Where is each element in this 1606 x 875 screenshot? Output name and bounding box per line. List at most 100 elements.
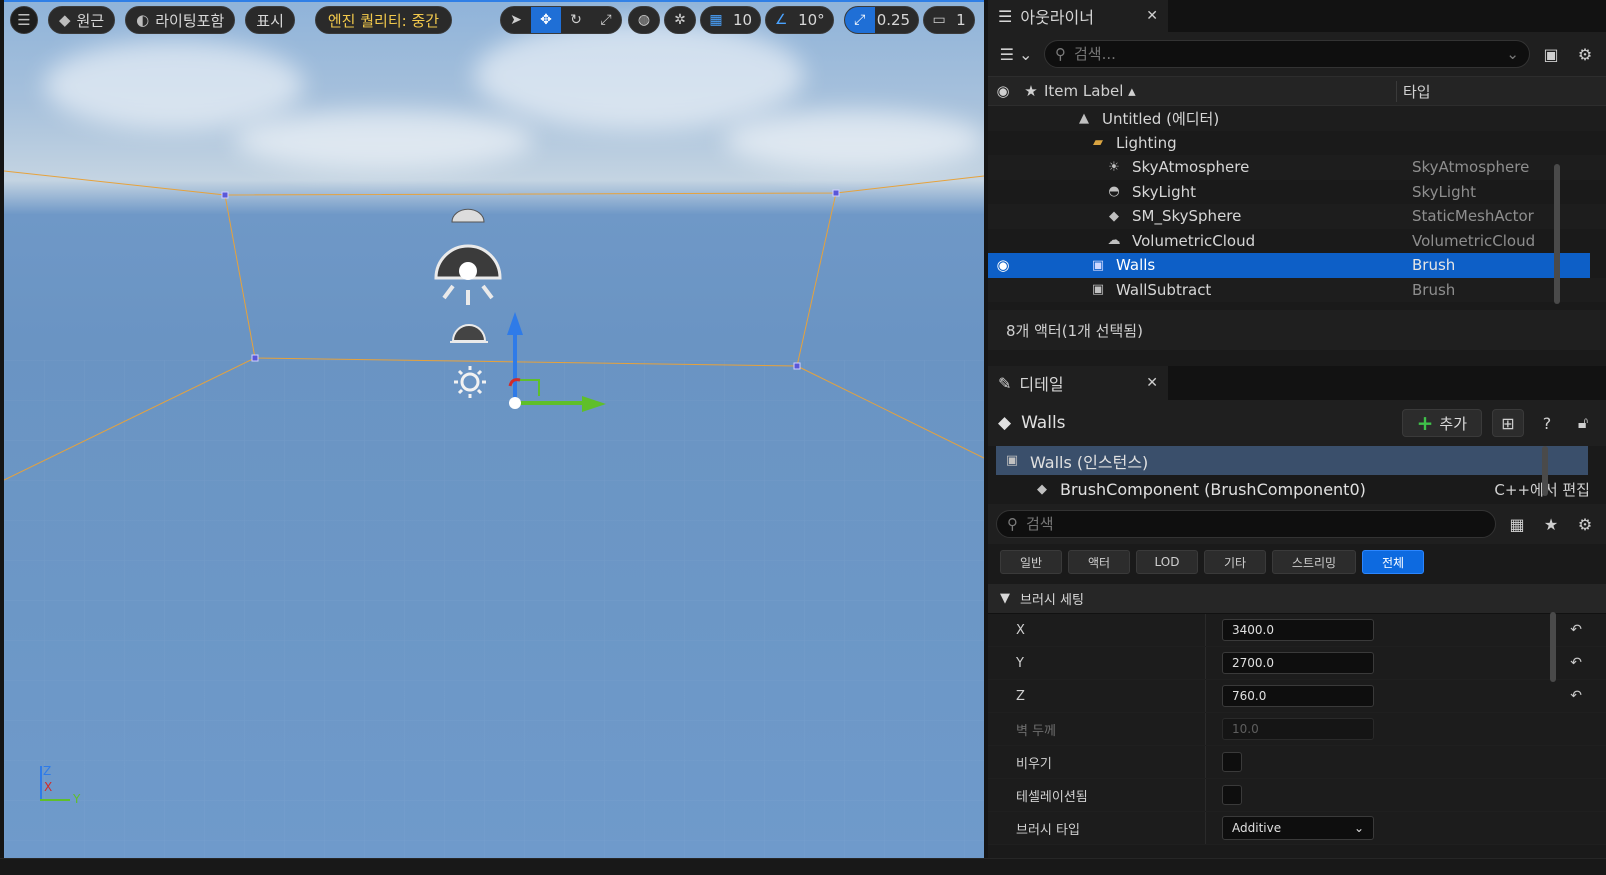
- axis-x-label: X: [44, 780, 53, 794]
- close-icon[interactable]: ✕: [1146, 8, 1158, 24]
- rotate-mode-button[interactable]: ↻: [561, 7, 591, 33]
- cube-icon: ◆: [998, 413, 1012, 433]
- brush-vertex[interactable]: [793, 362, 801, 370]
- x-value-field[interactable]: 3400.0: [1222, 619, 1374, 641]
- details-scrollbar[interactable]: [1550, 612, 1556, 682]
- help-button[interactable]: ?: [1534, 410, 1560, 436]
- lock-button[interactable]: 🔓︎: [1570, 410, 1596, 436]
- filter-button[interactable]: ☰ ⌄: [996, 41, 1036, 67]
- brush-vertex[interactable]: [251, 354, 259, 362]
- list-item[interactable]: ☀ SkyAtmosphere SkyAtmosphere: [988, 155, 1606, 180]
- item-label-header[interactable]: Item Label ▴: [1044, 82, 1396, 100]
- filter-misc[interactable]: 기타: [1204, 550, 1266, 574]
- view-mode-button[interactable]: ◐ 라이팅포함: [125, 6, 236, 34]
- translate-mode-button[interactable]: ✥: [531, 7, 561, 33]
- details-settings-button[interactable]: ⚙: [1572, 511, 1598, 537]
- brush-vertex[interactable]: [221, 191, 229, 199]
- scale-snap-value: 0.25: [876, 11, 911, 29]
- camera-icon: ▭: [932, 12, 946, 28]
- component-instance-row[interactable]: ▣ Walls (인스턴스): [996, 446, 1588, 475]
- brush-type-dropdown[interactable]: Additive ⌄: [1222, 816, 1374, 840]
- world-local-toggle[interactable]: ◍: [628, 6, 660, 34]
- scale-mode-button[interactable]: ⤢: [591, 7, 621, 33]
- cloud-world-icon[interactable]: [451, 208, 485, 223]
- property-tessellated: 테셀레이션됨: [988, 779, 1606, 812]
- filter-actor[interactable]: 액터: [1068, 550, 1130, 574]
- chevron-down-icon[interactable]: ⌄: [1506, 45, 1519, 63]
- details-tab[interactable]: ✎ 디테일 ✕: [988, 366, 1168, 400]
- reset-icon[interactable]: ↶: [1570, 655, 1582, 671]
- list-item-label: WallSubtract: [1116, 280, 1212, 299]
- list-item[interactable]: ▣ WallSubtract Brush: [988, 277, 1606, 302]
- list-item[interactable]: ◆ SM_SkySphere StaticMeshActor: [988, 204, 1606, 229]
- static-mesh-icon: ◆: [1109, 208, 1119, 224]
- component-row[interactable]: ◆ BrushComponent (BrushComponent0) C++에서…: [996, 475, 1598, 504]
- component-scrollbar[interactable]: [1542, 446, 1548, 496]
- select-mode-button[interactable]: ➤: [501, 7, 531, 33]
- list-item[interactable]: ▰ Lighting: [988, 131, 1606, 156]
- brush-icon: ▣: [1005, 453, 1019, 468]
- property-label: Z: [988, 680, 1206, 712]
- filter-all[interactable]: 전체: [1362, 550, 1424, 574]
- surface-snap-toggle[interactable]: ✲: [664, 6, 696, 34]
- globe-icon: ◍: [637, 12, 651, 28]
- folder-add-icon: ▣: [1543, 44, 1559, 64]
- filter-streaming[interactable]: 스트리밍: [1272, 550, 1356, 574]
- viewport-menu-button[interactable]: ☰: [10, 6, 38, 34]
- type-header[interactable]: 타입: [1396, 80, 1431, 102]
- folder-icon: ▰: [1093, 135, 1103, 151]
- list-item[interactable]: ▲ Untitled (에디터): [988, 106, 1606, 131]
- details-search-input[interactable]: [1026, 515, 1485, 533]
- level-viewport[interactable]: ☰ ◆ 원근 ◐ 라이팅포함 표시 엔진 퀄리티: 중간 ➤ ✥ ↻ ⤢ ◍ ✲…: [4, 0, 984, 858]
- grid-snap-value: 10: [733, 11, 753, 29]
- rotation-snap-group[interactable]: ∠ 10°: [765, 6, 834, 34]
- engine-quality-button[interactable]: 엔진 퀄리티: 중간: [314, 6, 453, 34]
- y-value-field[interactable]: 2700.0: [1222, 652, 1374, 674]
- perspective-button[interactable]: ◆ 원근: [48, 6, 116, 34]
- rotation-snap-value: 10°: [798, 11, 825, 29]
- grid-icon: ▦: [709, 12, 723, 28]
- grid-snap-group[interactable]: ▦ 10: [700, 6, 762, 34]
- reset-icon[interactable]: ↶: [1570, 622, 1582, 638]
- camera-speed-group[interactable]: ▭ 1: [923, 6, 975, 34]
- pencil-icon: ✎: [998, 373, 1012, 393]
- brush-icon: ▣: [1091, 282, 1105, 298]
- list-item-label: Walls: [1116, 256, 1156, 275]
- outliner-scrollbar[interactable]: [1554, 164, 1560, 304]
- visibility-eye-icon[interactable]: ◉: [988, 256, 1018, 274]
- chevron-down-icon: ⌄: [1353, 821, 1364, 835]
- add-component-button[interactable]: + 추가: [1401, 409, 1482, 437]
- filter-general[interactable]: 일반: [1000, 550, 1062, 574]
- skylight-world-icon[interactable]: [434, 244, 502, 305]
- outliner-search-input[interactable]: [1074, 45, 1499, 63]
- outliner-search[interactable]: ⚲ ⌄: [1044, 40, 1530, 68]
- property-matrix-button[interactable]: ▦: [1504, 511, 1530, 537]
- details-search[interactable]: ⚲: [996, 510, 1496, 538]
- favorites-button[interactable]: ★: [1538, 511, 1564, 537]
- show-button[interactable]: 표시: [245, 6, 295, 34]
- reset-icon[interactable]: ↶: [1570, 688, 1582, 704]
- filter-lod[interactable]: LOD: [1136, 550, 1198, 574]
- z-value-field[interactable]: 760.0: [1222, 685, 1374, 707]
- outliner-tab[interactable]: ☰ 아웃라이너 ✕: [988, 0, 1168, 32]
- property-label: 테셀레이션됨: [988, 779, 1206, 811]
- outliner-settings-button[interactable]: ⚙: [1572, 41, 1598, 67]
- floor-grid-and-brush-wireframe: [4, 170, 984, 858]
- list-item[interactable]: ☁ VolumetricCloud VolumetricCloud: [988, 229, 1606, 254]
- list-item[interactable]: ◓ SkyLight SkyLight: [988, 180, 1606, 205]
- list-item-selected[interactable]: ◉ ▣ Walls Brush: [988, 253, 1590, 278]
- pin-header-icon[interactable]: ★: [1018, 82, 1044, 100]
- add-folder-button[interactable]: ▣: [1538, 41, 1564, 67]
- tessellated-checkbox[interactable]: [1222, 785, 1242, 805]
- actor-count-text: 8개 액터(1개 선택됨): [1006, 321, 1143, 340]
- blueprint-button[interactable]: ⊞: [1492, 409, 1524, 437]
- scale-snap-group[interactable]: ⤢ 0.25: [843, 6, 920, 34]
- hollow-checkbox[interactable]: [1222, 752, 1242, 772]
- sky-atmosphere-world-icon[interactable]: [450, 324, 488, 343]
- visibility-header-icon[interactable]: ◉: [988, 82, 1018, 100]
- brush-vertex[interactable]: [832, 189, 840, 197]
- brush-settings-section[interactable]: ▼ 브러시 세팅: [988, 584, 1606, 614]
- close-icon[interactable]: ✕: [1146, 375, 1158, 391]
- section-title: 브러시 세팅: [1020, 593, 1084, 608]
- perspective-label: 원근: [76, 11, 105, 30]
